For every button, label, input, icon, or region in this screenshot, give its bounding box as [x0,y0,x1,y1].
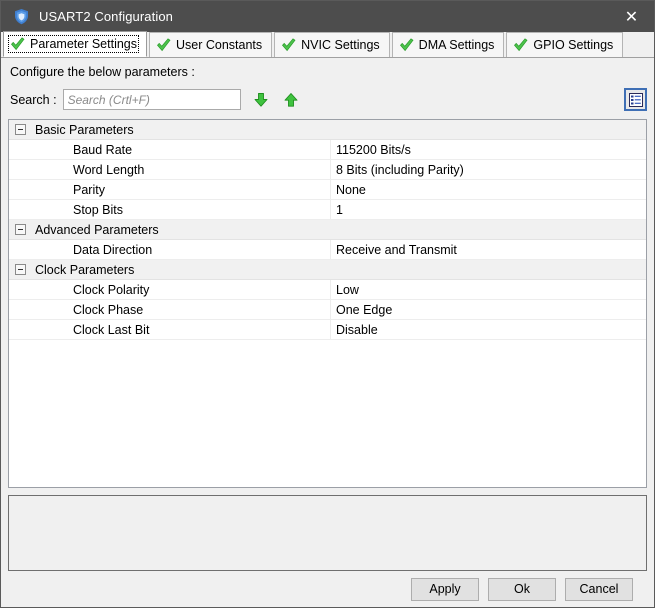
table-row[interactable]: Parity None [9,179,646,200]
description-panel [8,495,647,571]
table-row[interactable]: Data Direction Receive and Transmit [9,239,646,260]
table-row[interactable]: Stop Bits 1 [9,199,646,220]
usart2-configuration-window: USART2 Configuration ✕ Parameter Setting… [0,0,655,608]
parameter-group-header[interactable]: Advanced Parameters [9,220,646,240]
tab-label: DMA Settings [418,38,495,52]
tab-dma-settings[interactable]: DMA Settings [391,32,505,57]
tab-label: NVIC Settings [301,38,380,52]
parameter-name: Clock Last Bit [9,319,331,340]
parameter-value[interactable]: 8 Bits (including Parity) [331,160,646,180]
parameter-value[interactable]: 115200 Bits/s [331,140,646,160]
cancel-button[interactable]: Cancel [565,577,633,601]
parameter-value[interactable]: Low [331,280,646,300]
search-input[interactable] [62,89,241,110]
tab-label: Parameter Settings [30,37,137,51]
parameter-name: Stop Bits [9,199,331,220]
ok-button[interactable]: Ok [488,577,556,601]
table-row[interactable]: Clock Phase One Edge [9,299,646,320]
search-row: Search : [8,88,647,111]
tab-label: User Constants [176,38,263,52]
group-label: Basic Parameters [35,122,134,137]
search-label: Search : [10,92,57,107]
parameter-value[interactable]: None [331,180,646,200]
green-up-arrow-icon[interactable] [281,90,301,110]
table-row[interactable]: Clock Polarity Low [9,279,646,300]
parameter-value[interactable]: One Edge [331,300,646,320]
parameter-table[interactable]: Basic Parameters Baud Rate 115200 Bits/s… [8,119,647,488]
parameter-group-header[interactable]: Clock Parameters [9,260,646,280]
parameter-value[interactable]: Receive and Transmit [331,240,646,260]
collapse-toggle-icon[interactable] [15,264,26,275]
green-down-arrow-icon[interactable] [251,90,271,110]
collapse-toggle-icon[interactable] [15,124,26,135]
group-label: Advanced Parameters [35,222,159,237]
tab-bar: Parameter Settings User Constants NVIC S… [1,31,654,58]
instruction-text: Configure the below parameters : [10,65,195,79]
green-check-icon [156,38,171,52]
tab-gpio-settings[interactable]: GPIO Settings [506,32,624,57]
parameter-name: Baud Rate [9,139,331,160]
collapse-toggle-icon[interactable] [15,224,26,235]
green-check-icon [399,38,414,52]
window-title: USART2 Configuration [39,9,173,24]
group-label: Clock Parameters [35,262,135,277]
tab-nvic-settings[interactable]: NVIC Settings [274,32,390,57]
tab-parameter-settings[interactable]: Parameter Settings [3,31,147,57]
parameter-name: Word Length [9,159,331,180]
parameter-name: Clock Phase [9,299,331,320]
apply-button[interactable]: Apply [411,577,479,601]
green-check-icon [281,38,296,52]
tab-label: GPIO Settings [533,38,614,52]
shield-icon [13,8,30,25]
parameter-name: Data Direction [9,239,331,260]
parameter-value[interactable]: 1 [331,200,646,220]
table-row[interactable]: Clock Last Bit Disable [9,319,646,340]
title-bar: USART2 Configuration ✕ [1,1,654,32]
parameter-group-header[interactable]: Basic Parameters [9,120,646,140]
green-check-icon [10,37,25,51]
parameter-name: Parity [9,179,331,200]
content-area: Configure the below parameters : Search … [1,58,654,607]
tab-user-constants[interactable]: User Constants [149,32,273,57]
close-icon[interactable]: ✕ [609,1,654,32]
table-row[interactable]: Baud Rate 115200 Bits/s [9,139,646,160]
parameter-value[interactable]: Disable [331,320,646,340]
table-row[interactable]: Word Length 8 Bits (including Parity) [9,159,646,180]
parameter-name: Clock Polarity [9,279,331,300]
footer-button-bar: Apply Ok Cancel [8,571,647,607]
list-view-icon[interactable] [624,88,647,111]
green-check-icon [513,38,528,52]
